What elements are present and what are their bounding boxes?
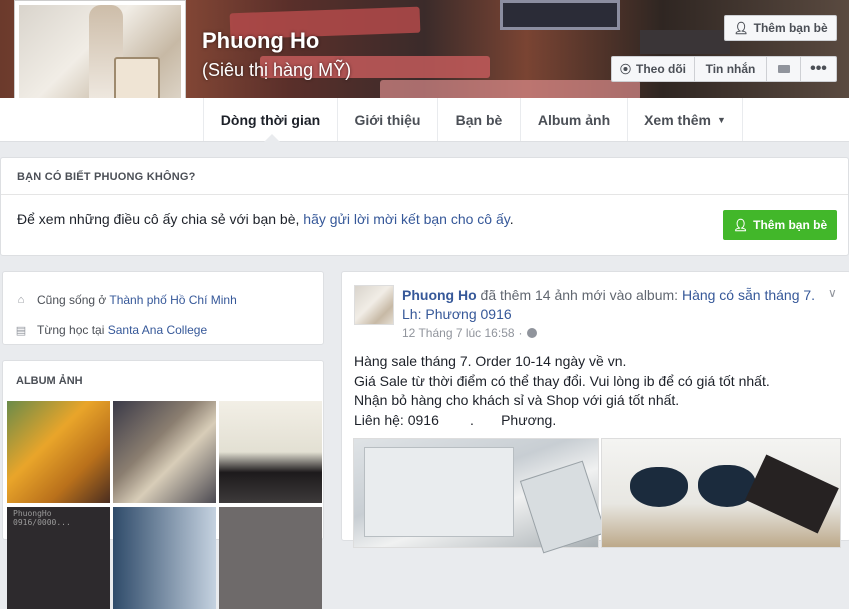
add-friend-green-button[interactable]: 👤︎ Thêm bạn bè [723,210,837,240]
post-options-chevron-icon[interactable]: ∨ [828,286,837,300]
albums-title[interactable]: ALBUM ẢNH [3,361,323,399]
lives-in-label: Cũng sống ở [37,293,110,307]
more-options-button[interactable]: ••• [800,56,837,82]
album-photo[interactable] [7,401,110,503]
follow-label: Theo dõi [636,62,686,76]
lives-in-link[interactable]: Thành phố Hồ Chí Minh [109,293,236,307]
tab-friends[interactable]: Bạn bè [437,98,520,141]
album-photo[interactable] [219,507,322,609]
post-line: Hàng sale tháng 7. Order 10-14 ngày về v… [354,353,627,369]
album-photo-caption: PhuongHo 0916/0000... [13,509,71,527]
post-author[interactable]: Phuong Ho [402,287,477,303]
tab-more-label: Xem thêm [644,111,711,128]
post-line: Giá Sale từ thời điểm có thể thay đổi. V… [354,372,770,389]
ellipsis-icon: ••• [810,60,827,77]
home-icon: ⌂ [17,294,25,306]
add-friend-icon: 👤︎ [733,21,749,35]
video-call-button[interactable] [766,56,801,82]
album-photo[interactable] [113,401,216,503]
post-text: Hàng sale tháng 7. Order 10-14 ngày về v… [354,352,834,430]
post-line: Nhận bỏ hàng cho khách sỉ và Shop với gi… [354,392,680,408]
lives-in-row: ⌂ Cũng sống ở Thành phố Hồ Chí Minh [15,285,323,315]
tab-about[interactable]: Giới thiệu [337,98,437,141]
do-you-know-card: BẠN CÓ BIẾT PHUONG KHÔNG? Để xem những đ… [0,157,849,256]
follow-button[interactable]: ⦿ Theo dõi [611,56,695,82]
tab-more[interactable]: Xem thêm ▼ [627,98,743,141]
studied-at-label: Từng học tại [37,323,108,337]
post-timestamp[interactable]: 12 Tháng 7 lúc 16:58 [402,326,515,340]
do-you-know-text-end: . [509,211,514,227]
studied-at-row: ▤ Từng học tại Santa Ana College [15,315,323,345]
add-friend-green-label: Thêm bạn bè [753,218,828,232]
chevron-down-icon: ▼ [717,114,726,125]
profile-name[interactable]: Phuong Ho [202,28,319,54]
studied-at-link[interactable]: Santa Ana College [108,323,207,337]
video-camera-icon [777,65,790,73]
add-friend-button[interactable]: 👤︎ Thêm bạn bè [724,15,837,41]
add-friend-label: Thêm bạn bè [753,21,828,35]
album-photo[interactable] [113,507,216,609]
album-photo[interactable] [219,401,322,503]
post-photo[interactable] [601,438,841,548]
message-label: Tin nhắn [705,62,756,76]
send-friend-request-link[interactable]: hãy gửi lời mời kết bạn cho cô ấy [303,211,509,227]
message-button[interactable]: Tin nhắn [694,56,767,82]
graduation-cap-icon: ▤ [15,324,27,337]
tab-photos[interactable]: Album ảnh [520,98,627,141]
profile-nav: Dòng thời gian Giới thiệu Bạn bè Album ả… [0,98,849,142]
timeline-post: Phuong Ho đã thêm 14 ảnh mới vào album: … [341,271,849,554]
profile-alternate-name: (Siêu thị hàng MỸ) [202,60,352,80]
post-action-text: đã thêm 14 ảnh mới vào album: [476,287,682,303]
globe-icon [526,328,537,338]
do-you-know-title: BẠN CÓ BIẾT PHUONG KHÔNG? [1,158,848,195]
post-meta: 12 Tháng 7 lúc 16:58 · [402,326,537,340]
tab-timeline[interactable]: Dòng thời gian [203,98,337,142]
post-photo[interactable] [353,438,607,554]
intro-card: ⌂ Cũng sống ở Thành phố Hồ Chí Minh ▤ Từ… [2,271,324,345]
photo-albums-card: ALBUM ẢNH PhuongHo 0916/0000... [2,360,324,609]
post-header: Phuong Ho đã thêm 14 ảnh mới vào album: … [402,286,822,324]
do-you-know-text: Để xem những điều cô ấy chia sẻ với bạn … [17,211,304,227]
post-line: Liên hệ: 0916 . Phương. [354,411,557,428]
album-photo[interactable]: PhuongHo 0916/0000... [7,507,110,609]
avatar[interactable] [354,285,394,325]
add-friend-icon: 👤︎ [732,218,749,232]
rss-icon: ⦿ [620,64,631,76]
